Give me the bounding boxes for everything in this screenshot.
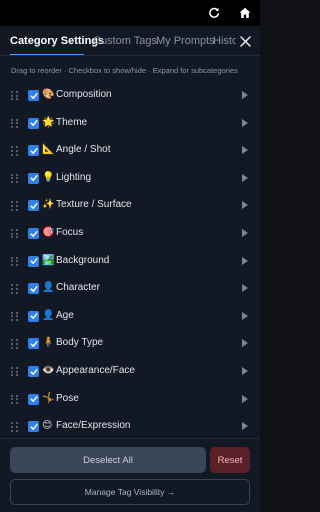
expand-arrow-icon[interactable]: [242, 256, 248, 265]
drag-handle-icon[interactable]: [11, 284, 19, 294]
category-label: Appearance/Face: [56, 365, 135, 376]
category-checkbox[interactable]: [28, 145, 39, 157]
drag-handle-icon[interactable]: [11, 394, 19, 405]
expand-arrow-icon[interactable]: [242, 146, 248, 155]
close-icon: [239, 35, 251, 47]
category-label: Character: [56, 282, 100, 294]
category-emoji-icon: 📐: [42, 144, 55, 156]
close-button[interactable]: [236, 32, 254, 50]
deselect-all-button[interactable]: Deselect All: [10, 447, 206, 473]
category-checkbox[interactable]: [28, 228, 39, 239]
category-emoji-icon: 🏞️: [42, 254, 55, 266]
category-row[interactable]: 👤 Character: [0, 275, 260, 303]
category-emoji-icon: 😊: [42, 420, 53, 432]
category-label: Face/Expression: [56, 420, 131, 432]
category-checkbox[interactable]: [28, 366, 39, 377]
drag-handle-icon[interactable]: [11, 256, 19, 267]
category-row[interactable]: 🤸 Pose: [0, 386, 260, 414]
category-row[interactable]: 🌟 Theme: [0, 110, 260, 138]
instructions-hint: Drag to reorder · Checkbox to show/hide …: [11, 66, 238, 75]
category-emoji-icon: 🤸: [42, 392, 55, 404]
tab-category-settings[interactable]: Category Settings: [10, 35, 104, 47]
drag-handle-icon[interactable]: [11, 311, 19, 322]
active-tab-indicator: [10, 54, 84, 55]
category-settings-panel: Category Settings Custom Tags My Prompts…: [0, 26, 260, 512]
category-emoji-icon: 👤: [42, 309, 55, 321]
category-list: 🎨 Composition 🌟 Theme 📐 Angle / Shot 💡 Lighting…: [0, 82, 260, 438]
category-checkbox[interactable]: [28, 172, 39, 184]
category-label: Age: [56, 309, 74, 321]
expand-arrow-icon[interactable]: [242, 173, 248, 182]
category-row[interactable]: 👁️ Appearance/Face: [0, 358, 260, 386]
expand-arrow-icon[interactable]: [242, 422, 248, 431]
expand-arrow-icon[interactable]: [242, 284, 248, 293]
category-checkbox[interactable]: [28, 90, 39, 101]
refresh-icon[interactable]: [205, 4, 223, 22]
drag-handle-icon[interactable]: [11, 339, 19, 349]
drag-handle-icon[interactable]: [11, 91, 19, 101]
category-checkbox[interactable]: [28, 421, 39, 433]
footer-actions: Deselect All Reset Manage Tag Visibility…: [0, 438, 260, 512]
category-emoji-icon: 🎨: [42, 89, 55, 100]
category-checkbox[interactable]: [28, 117, 39, 129]
category-label: Theme: [56, 116, 88, 128]
category-emoji-icon: 👤: [42, 282, 55, 294]
tab-bar: Category Settings Custom Tags My Prompts…: [0, 26, 260, 56]
expand-arrow-icon[interactable]: [242, 118, 248, 127]
category-emoji-icon: 🧍: [42, 337, 55, 349]
category-checkbox[interactable]: [28, 393, 39, 405]
category-label: Lighting: [56, 171, 92, 183]
category-emoji-icon: 🌟: [42, 116, 55, 128]
drag-handle-icon[interactable]: [11, 118, 19, 129]
expand-arrow-icon[interactable]: [242, 394, 248, 403]
expand-arrow-icon[interactable]: [242, 229, 248, 237]
drag-handle-icon[interactable]: [11, 201, 19, 211]
category-row[interactable]: 🧍 Body Type: [0, 330, 260, 358]
expand-arrow-icon[interactable]: [242, 201, 248, 210]
category-label: Pose: [56, 392, 79, 404]
category-checkbox[interactable]: [28, 200, 39, 212]
expand-arrow-icon[interactable]: [242, 339, 248, 348]
category-label: Composition: [56, 89, 112, 100]
home-icon[interactable]: [236, 4, 254, 22]
drag-handle-icon[interactable]: [11, 173, 19, 184]
category-label: Background: [56, 254, 110, 266]
category-emoji-icon: 👁️: [42, 365, 55, 376]
drag-handle-icon[interactable]: [11, 422, 19, 432]
category-checkbox[interactable]: [28, 283, 39, 295]
category-label: Texture / Surface: [56, 199, 132, 211]
reset-button[interactable]: Reset: [210, 447, 250, 473]
category-row[interactable]: 🎨 Composition: [0, 82, 260, 110]
category-checkbox[interactable]: [28, 255, 39, 267]
category-row[interactable]: 😊 Face/Expression: [0, 413, 260, 438]
top-bar: [0, 0, 260, 26]
tab-custom-tags[interactable]: Custom Tags: [93, 35, 157, 47]
expand-arrow-icon[interactable]: [242, 91, 248, 99]
drag-handle-icon[interactable]: [11, 367, 19, 377]
category-checkbox[interactable]: [28, 310, 39, 322]
expand-arrow-icon[interactable]: [242, 367, 248, 375]
manage-tag-visibility-button[interactable]: Manage Tag Visibility →: [10, 479, 250, 505]
category-checkbox[interactable]: [28, 338, 39, 350]
category-label: Focus: [56, 227, 84, 238]
category-emoji-icon: 🎯: [42, 227, 55, 238]
category-row[interactable]: 🏞️ Background: [0, 248, 260, 276]
drag-handle-icon[interactable]: [11, 229, 19, 239]
category-row[interactable]: ✨ Texture / Surface: [0, 192, 260, 220]
category-label: Angle / Shot: [56, 144, 111, 156]
category-row[interactable]: 👤 Age: [0, 303, 260, 331]
category-row[interactable]: 🎯 Focus: [0, 220, 260, 248]
category-emoji-icon: ✨: [42, 199, 55, 211]
expand-arrow-icon[interactable]: [242, 311, 248, 320]
category-label: Body Type: [56, 337, 104, 349]
category-emoji-icon: 💡: [42, 171, 55, 183]
category-row[interactable]: 💡 Lighting: [0, 165, 260, 193]
category-row[interactable]: 📐 Angle / Shot: [0, 137, 260, 165]
drag-handle-icon[interactable]: [11, 146, 19, 156]
tab-my-prompts[interactable]: My Prompts: [156, 35, 215, 47]
